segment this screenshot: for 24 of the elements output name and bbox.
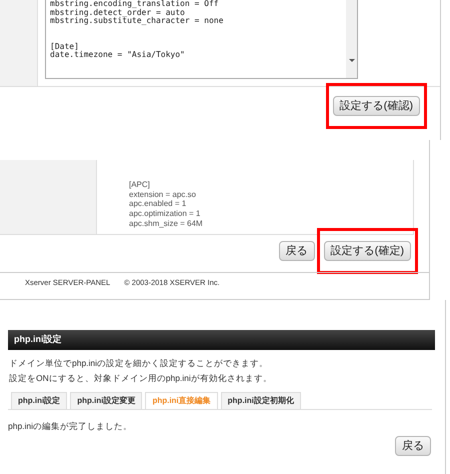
- code-line: [Date]: [50, 42, 79, 51]
- scrollbar[interactable]: [346, 0, 357, 78]
- code-textarea[interactable]: mbstring.encoding_translation = Off mbstring.detect_order = auto mbstring.substitute_character = none [Date] date.timezone = "Asia/Tokyo": [45, 0, 358, 79]
- tab[interactable]: php.ini設定変更: [70, 392, 142, 409]
- form-button[interactable]: 戻る: [395, 436, 431, 456]
- config-line: [APC]: [129, 180, 151, 190]
- code-line: mbstring.substitute_character = none: [50, 17, 224, 26]
- description-text: ドメイン単位でphp.iniの設定を細かく設定することができます。: [9, 357, 270, 370]
- config-line: apc.shm_size = 64M: [129, 218, 203, 229]
- description-text: 設定をONにすると、対象ドメイン用のphp.iniが有効化されます。: [9, 372, 273, 385]
- form-button[interactable]: 戻る: [278, 241, 315, 261]
- status-message: php.iniの編集が完了しました。: [8, 420, 134, 433]
- form-button[interactable]: 設定する(確定): [324, 241, 411, 261]
- section-header: php.ini設定: [8, 330, 435, 350]
- code-line: mbstring.encoding_translation = Off: [50, 0, 220, 8]
- code-line: date.timezone = "Asia/Tokyo": [50, 51, 186, 60]
- config-line: extension = apc.so: [129, 190, 197, 200]
- code-line: mbstring.detect_order = auto: [50, 8, 185, 17]
- tab[interactable]: php.ini設定: [11, 392, 68, 409]
- form-button[interactable]: 設定する(確認): [332, 96, 420, 116]
- scroll-down-icon[interactable]: [348, 59, 354, 62]
- config-line: apc.enabled = 1: [129, 199, 188, 210]
- config-line: apc.optimization = 1: [129, 209, 202, 219]
- tab[interactable]: php.ini設定初期化: [220, 392, 301, 409]
